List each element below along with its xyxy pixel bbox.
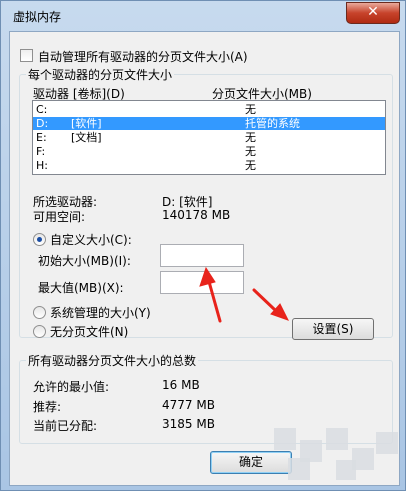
initial-size-label: 初始大小(MB)(I): (38, 254, 131, 268)
min-allowed-value: 16 MB (162, 378, 200, 392)
allocated-value: 3185 MB (162, 417, 215, 431)
drive-row-f[interactable]: F: 无 (33, 145, 385, 158)
drive-list[interactable]: C: 无 D: [软件] 托管的系统 E: [文档] 无 F: 无 H: 无 (32, 100, 386, 175)
recommended-label: 推荐: (33, 400, 62, 414)
auto-manage-label[interactable]: 自动管理所有驱动器的分页文件大小(A) (38, 48, 248, 65)
close-button[interactable]: ✕ (346, 2, 400, 24)
drive-row-h[interactable]: H: 无 (33, 159, 385, 172)
drive-row-d[interactable]: D: [软件] 托管的系统 (33, 117, 385, 130)
initial-size-input[interactable] (160, 244, 244, 267)
free-space-label: 可用空间: (33, 210, 86, 224)
window-title: 虚拟内存 (13, 10, 62, 24)
drive-row-c[interactable]: C: 无 (33, 103, 385, 116)
auto-manage-checkbox[interactable] (20, 49, 33, 62)
drives-group-title: 每个驱动器的分页文件大小 (26, 66, 175, 83)
free-space-value: 140178 MB (162, 208, 231, 222)
recommended-value: 4777 MB (162, 398, 215, 412)
system-managed-label[interactable]: 系统管理的大小(Y) (50, 304, 151, 321)
custom-size-label[interactable]: 自定义大小(C): (50, 231, 132, 248)
custom-size-radio[interactable] (33, 233, 46, 246)
allocated-label: 当前已分配: (33, 419, 98, 433)
max-size-input[interactable] (160, 271, 244, 294)
system-managed-radio[interactable] (33, 306, 46, 319)
close-icon: ✕ (367, 4, 379, 20)
min-allowed-label: 允许的最小值: (33, 380, 110, 394)
title-bar[interactable]: 虚拟内存 ✕ (1, 1, 405, 31)
drive-row-e[interactable]: E: [文档] 无 (33, 131, 385, 144)
no-paging-radio[interactable] (33, 325, 46, 338)
set-button[interactable]: 设置(S) (292, 318, 374, 340)
totals-group-title: 所有驱动器分页文件大小的总数 (26, 352, 199, 369)
no-paging-label[interactable]: 无分页文件(N) (50, 323, 128, 340)
watermark (270, 418, 402, 486)
max-size-label: 最大值(MB)(X): (38, 281, 124, 295)
